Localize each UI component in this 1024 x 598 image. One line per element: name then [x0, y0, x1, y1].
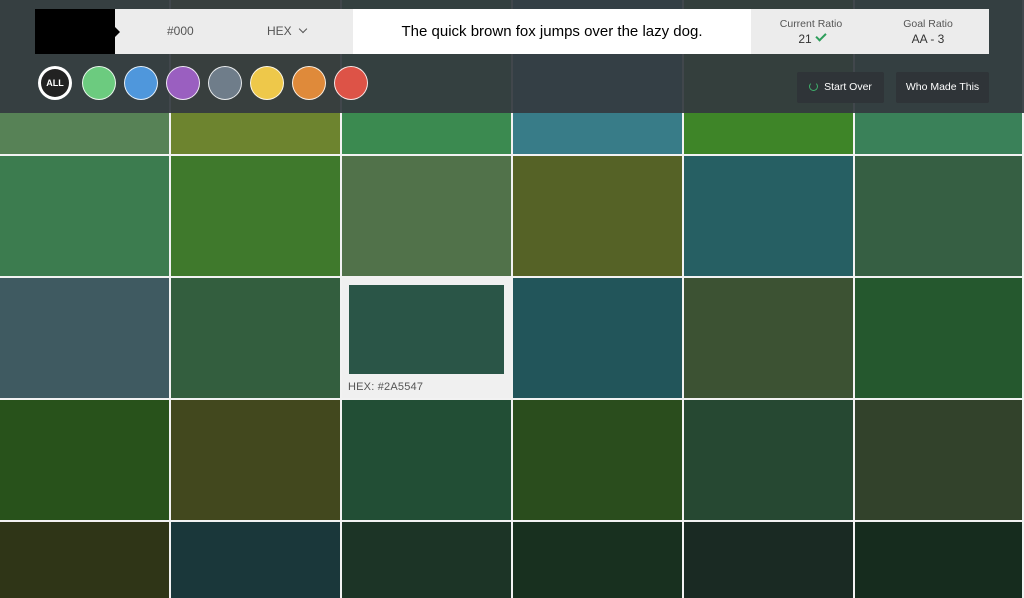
goal-ratio: Goal Ratio AA - 3 — [888, 18, 968, 46]
start-over-button[interactable]: Start Over — [797, 72, 884, 103]
format-label: HEX — [267, 24, 292, 38]
filter-gray-button[interactable] — [208, 66, 242, 100]
refresh-icon — [809, 82, 819, 91]
filter-red-button[interactable] — [334, 66, 368, 100]
filter-blue-button[interactable] — [124, 66, 158, 100]
foreground-color-swatch[interactable] — [35, 9, 120, 54]
color-tile[interactable] — [513, 400, 682, 520]
color-tile[interactable] — [342, 400, 511, 520]
color-tile[interactable] — [684, 156, 853, 276]
color-tile[interactable] — [171, 156, 340, 276]
format-select[interactable]: HEX — [267, 9, 307, 54]
color-tile[interactable] — [513, 278, 682, 398]
color-tile[interactable] — [684, 400, 853, 520]
filter-all-button[interactable]: ALL — [38, 66, 72, 100]
filter-all-label: ALL — [41, 69, 69, 97]
current-ratio: Current Ratio 21 — [771, 18, 851, 46]
color-tile[interactable] — [0, 522, 169, 598]
selected-color-tile[interactable]: HEX: #2A5547 — [342, 278, 511, 398]
filter-orange-button[interactable] — [292, 66, 326, 100]
selected-hex-label: HEX: #2A5547 — [348, 381, 424, 393]
color-tile[interactable] — [0, 278, 169, 398]
color-tile[interactable] — [171, 400, 340, 520]
color-tile[interactable] — [0, 156, 169, 276]
filter-green-button[interactable] — [82, 66, 116, 100]
color-tile[interactable] — [855, 278, 1022, 398]
check-icon — [815, 30, 827, 42]
goal-ratio-value[interactable]: AA - 3 — [888, 32, 968, 46]
contrast-toolbar: #000 HEX The quick brown fox jumps over … — [35, 9, 989, 54]
color-tile[interactable] — [855, 156, 1022, 276]
color-tile[interactable] — [342, 156, 511, 276]
color-tile[interactable] — [171, 522, 340, 598]
filter-yellow-button[interactable] — [250, 66, 284, 100]
start-over-label: Start Over — [824, 81, 872, 93]
color-tile[interactable] — [0, 400, 169, 520]
hex-value-field[interactable]: #000 — [167, 9, 194, 54]
current-ratio-value: 21 — [798, 32, 812, 46]
color-tile[interactable] — [684, 278, 853, 398]
color-tile[interactable] — [513, 522, 682, 598]
chevron-down-icon — [298, 24, 307, 34]
color-tile[interactable] — [684, 522, 853, 598]
color-tile[interactable] — [855, 522, 1022, 598]
filter-purple-button[interactable] — [166, 66, 200, 100]
header-bar: #000 HEX The quick brown fox jumps over … — [0, 0, 1024, 113]
color-tile[interactable] — [342, 522, 511, 598]
current-ratio-label: Current Ratio — [779, 18, 843, 30]
color-tile[interactable] — [855, 400, 1022, 520]
preview-text: The quick brown fox jumps over the lazy … — [353, 9, 751, 54]
color-tile[interactable] — [171, 278, 340, 398]
who-made-this-button[interactable]: Who Made This — [896, 72, 989, 103]
selected-color-swatch — [349, 285, 504, 374]
color-tile[interactable] — [513, 156, 682, 276]
goal-ratio-label: Goal Ratio — [903, 18, 953, 30]
